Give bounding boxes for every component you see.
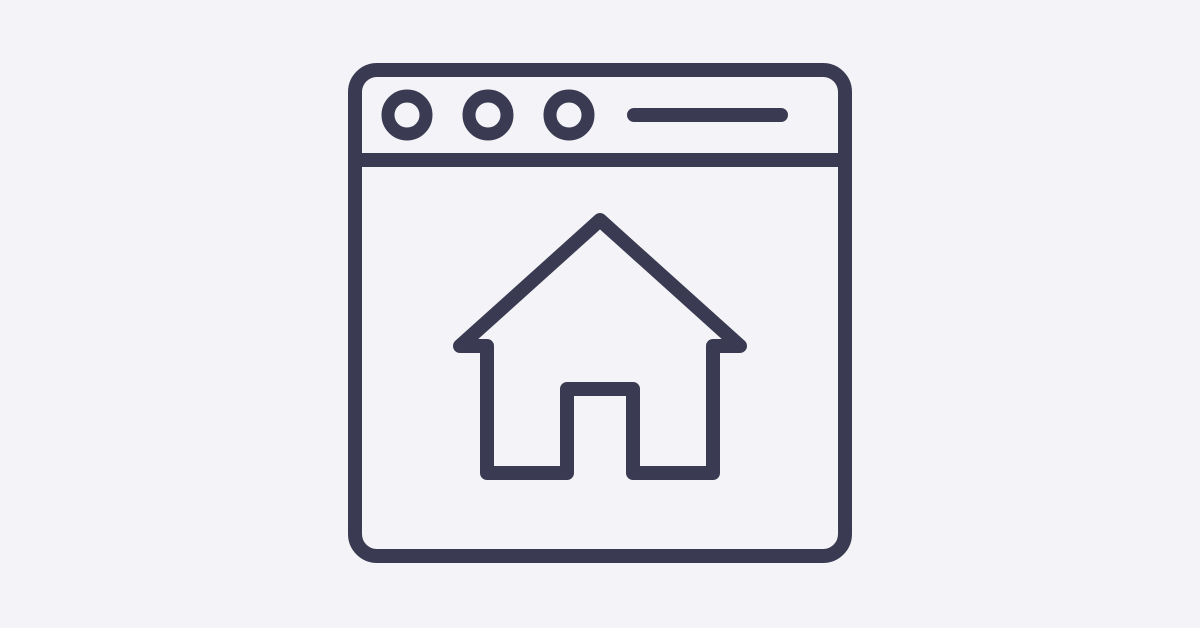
homepage-browser-illustration [0,0,1200,628]
illustration-canvas [0,0,1200,628]
background [0,0,1200,628]
homepage-browser-icon [0,0,1200,628]
